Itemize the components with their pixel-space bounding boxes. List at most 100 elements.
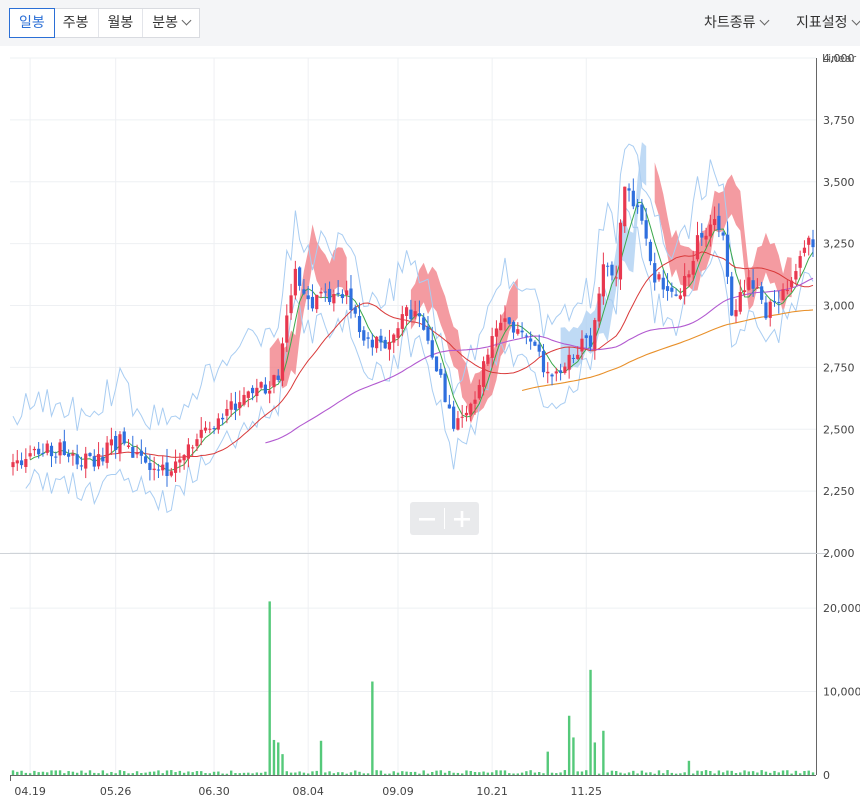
tab-weekly[interactable]: 주봉 xyxy=(54,9,99,37)
candle-body xyxy=(584,335,588,338)
volume-bar xyxy=(431,771,434,775)
candle-body xyxy=(28,453,32,457)
volume-bar xyxy=(721,772,725,775)
candle-body xyxy=(148,462,152,471)
candle-body xyxy=(807,237,811,245)
candle-body xyxy=(84,453,88,469)
volume-bar xyxy=(114,773,117,775)
candle-body xyxy=(550,374,554,377)
price-chart[interactable]: 2,000 2,250 2,500 2,750 3,000 3,250 3,500 3,750… xyxy=(0,46,860,803)
chart-type-menu[interactable]: 차트종류 xyxy=(704,12,769,32)
volume-bar xyxy=(589,669,592,775)
volume-bar xyxy=(54,770,57,775)
zoom-in-button[interactable] xyxy=(445,502,479,535)
volume-bar xyxy=(610,770,614,775)
candle-body xyxy=(315,294,319,310)
candle-body xyxy=(695,235,700,260)
candle-body xyxy=(546,371,550,374)
candle-body xyxy=(601,264,605,297)
candle-body xyxy=(225,408,229,416)
volume-bar xyxy=(559,772,562,775)
candle-body xyxy=(144,456,148,463)
volume-bar xyxy=(324,772,327,775)
tab-daily[interactable]: 일봉 xyxy=(9,8,55,38)
candle-body xyxy=(357,315,362,333)
candle-body xyxy=(790,280,794,288)
volume-bar xyxy=(371,681,374,775)
candle-body xyxy=(182,455,186,461)
candle-body xyxy=(704,235,708,240)
volume-bar xyxy=(743,770,746,775)
volume-bar xyxy=(593,742,597,775)
candle-body xyxy=(54,456,58,458)
candle-body xyxy=(49,445,54,457)
volume-bar xyxy=(298,771,301,775)
candle-body xyxy=(387,341,392,350)
volume-bar xyxy=(439,770,443,775)
volume-bar xyxy=(413,771,417,775)
candle-body xyxy=(443,373,447,403)
candle-body xyxy=(529,338,533,342)
candle-body xyxy=(430,340,434,358)
volume-bar xyxy=(807,770,810,775)
volume-bar xyxy=(285,771,288,775)
volume-bar xyxy=(383,773,387,775)
volume-bar xyxy=(135,771,139,775)
volume-bar xyxy=(460,773,464,775)
candle-body xyxy=(614,277,618,279)
candle-body xyxy=(768,301,772,318)
candle-body xyxy=(571,357,576,359)
candle-body xyxy=(161,464,165,471)
volume-bar xyxy=(632,770,635,775)
volume-bar xyxy=(354,770,357,775)
candle-body xyxy=(781,289,785,301)
volume-bar xyxy=(623,773,626,775)
candle-body xyxy=(507,317,511,324)
candle-body xyxy=(131,446,135,458)
volume-bar xyxy=(811,772,815,775)
volume-bar xyxy=(734,773,738,775)
volume-bar xyxy=(576,771,579,775)
candle-body xyxy=(417,313,422,317)
tab-monthly[interactable]: 월봉 xyxy=(99,9,144,37)
candle-body xyxy=(516,329,520,334)
volume-bar xyxy=(422,770,425,775)
volume-bar xyxy=(803,770,806,775)
candle-body xyxy=(276,375,280,380)
volume-bar xyxy=(790,773,793,775)
candle-body xyxy=(293,268,297,296)
candle-body xyxy=(67,453,71,457)
volume-bar xyxy=(358,771,361,775)
candle-body xyxy=(499,322,503,331)
volume-bar xyxy=(11,770,15,775)
indicator-settings-menu[interactable]: 지표설정 xyxy=(796,12,860,32)
candle-body xyxy=(627,188,631,191)
volume-bar xyxy=(71,771,75,775)
volume-bar xyxy=(251,773,254,775)
candle-body xyxy=(139,450,143,456)
zoom-out-button[interactable] xyxy=(410,502,444,535)
candle-body xyxy=(426,326,430,341)
volume-bar xyxy=(388,773,391,775)
candle-body xyxy=(794,271,798,280)
candle-body xyxy=(379,335,383,343)
candle-body xyxy=(751,280,755,289)
volume-bar xyxy=(272,739,276,775)
candle-body xyxy=(486,354,490,364)
volume-bar xyxy=(666,770,669,775)
volume-bar xyxy=(247,772,250,775)
volume-bar xyxy=(798,773,802,775)
volume-bar xyxy=(730,770,733,775)
volume-bar xyxy=(739,772,742,775)
volume-bar xyxy=(542,773,545,775)
price-tick-label: 3,250 xyxy=(823,238,855,251)
volume-bar xyxy=(781,770,785,775)
candle-body xyxy=(229,401,233,410)
volume-bar xyxy=(499,770,502,775)
candle-body xyxy=(302,289,306,294)
tab-minute[interactable]: 분봉 xyxy=(143,9,199,37)
candle-body xyxy=(216,418,220,430)
volume-bar xyxy=(105,773,109,775)
candle-body xyxy=(477,385,481,399)
volume-bar xyxy=(178,770,182,775)
